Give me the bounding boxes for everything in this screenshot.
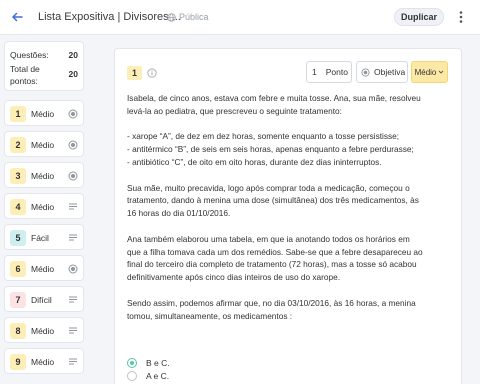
back-arrow-icon[interactable] [9,9,25,25]
statement-paragraph: Sua mãe, muito precavida, logo após comp… [127,182,419,219]
question-type-label: Objetiva [374,67,406,77]
question-number: 9 [10,354,26,370]
question-card[interactable]: 9 Médio [4,348,84,374]
objective-type-icon [68,264,78,274]
difficulty-dropdown[interactable]: Médio [411,61,448,83]
questions-count-value: 20 [68,50,78,60]
option-label: A e C. [146,370,170,381]
question-number: 4 [10,199,26,215]
questions-count-label: Questões: [10,50,49,60]
discursive-type-icon [69,296,77,303]
total-points-label: Total de pontos: [10,64,40,86]
question-difficulty: Médio [31,140,55,150]
statement-paragraph: - antitérmico “B”, de seis em seis horas… [127,144,414,155]
points-label: Ponto [325,67,348,77]
answer-option[interactable]: B e C. [127,356,170,369]
question-card[interactable]: 6 Médio [4,255,84,281]
objective-type-icon [68,140,78,150]
answer-option[interactable]: A e C. [127,369,170,382]
question-number: 5 [10,230,26,246]
question-number-badge: 1 [127,66,142,80]
question-number: 1 [10,106,26,122]
question-card[interactable]: 2 Médio [4,131,84,157]
question-number: 6 [10,261,26,277]
question-card[interactable]: 5 Fácil [4,224,84,250]
difficulty-label: Médio [414,67,437,77]
question-difficulty: Médio [31,171,55,181]
discursive-type-icon [69,327,77,334]
question-difficulty: Médio [31,202,55,212]
question-number: 3 [10,168,26,184]
points-input[interactable]: 1 Ponto [306,61,352,83]
question-card[interactable]: 3 Médio [4,162,84,188]
question-difficulty: Médio [31,326,55,336]
option-radio[interactable] [127,370,137,381]
discursive-type-icon [69,234,77,241]
statement-paragraph: - xarope “A”, de dez em dez horas, somen… [127,131,400,142]
question-number: 2 [10,137,26,153]
discursive-type-icon [69,203,77,210]
objective-type-icon [68,171,78,181]
objective-type-icon [68,109,78,119]
question-difficulty: Médio [31,109,55,119]
question-difficulty: Médio [31,264,55,274]
statement-paragraph: Ana também elaborou uma tabela, em que i… [127,233,423,283]
statement-paragraph: Isabela, de cinco anos, estava com febre… [127,93,421,116]
visibility-status: Pública [167,12,209,22]
question-difficulty: Difícil [31,295,52,305]
question-difficulty: Fácil [31,233,49,243]
points-value: 1 [312,67,317,77]
question-card[interactable]: 1 Médio [4,100,84,126]
chevron-down-icon [439,70,444,74]
question-statement[interactable]: Isabela, de cinco anos, estava com febre… [127,92,423,322]
objective-type-icon [361,67,370,77]
more-options-icon[interactable] [455,9,467,25]
question-difficulty: Médio [31,357,55,367]
info-icon[interactable] [147,68,157,78]
discursive-type-icon [69,358,77,365]
duplicate-button[interactable]: Duplicar [394,8,444,26]
option-radio[interactable] [127,357,137,368]
page-title: Lista Expositiva | Divisores ... [38,11,181,23]
question-card[interactable]: 8 Médio [4,317,84,343]
total-points-value: 20 [68,69,78,79]
question-type-selector[interactable]: Objetiva [356,61,408,83]
question-editor: 1 1 Ponto Objetiva Médio Isabela, de cin… [114,48,462,384]
question-number: 7 [10,292,26,308]
option-label: B e C. [146,357,170,368]
globe-icon [167,12,176,22]
statement-paragraph: Sendo assim, podemos afirmar que, no dia… [127,297,416,321]
answer-options: B e C. A e C. [127,356,170,382]
visibility-label: Pública [179,12,209,22]
question-card[interactable]: 4 Médio [4,193,84,219]
summary-card: Questões: 20 Total de pontos: 20 [4,41,84,91]
question-sidebar: Questões: 20 Total de pontos: 20 1 Médio… [4,41,84,384]
statement-paragraph: - antibiótico “C”, de oito em oito horas… [127,156,382,167]
question-number: 8 [10,323,26,339]
question-card[interactable]: 7 Difícil [4,286,84,312]
top-bar: Lista Expositiva | Divisores ... Pública… [0,0,480,35]
